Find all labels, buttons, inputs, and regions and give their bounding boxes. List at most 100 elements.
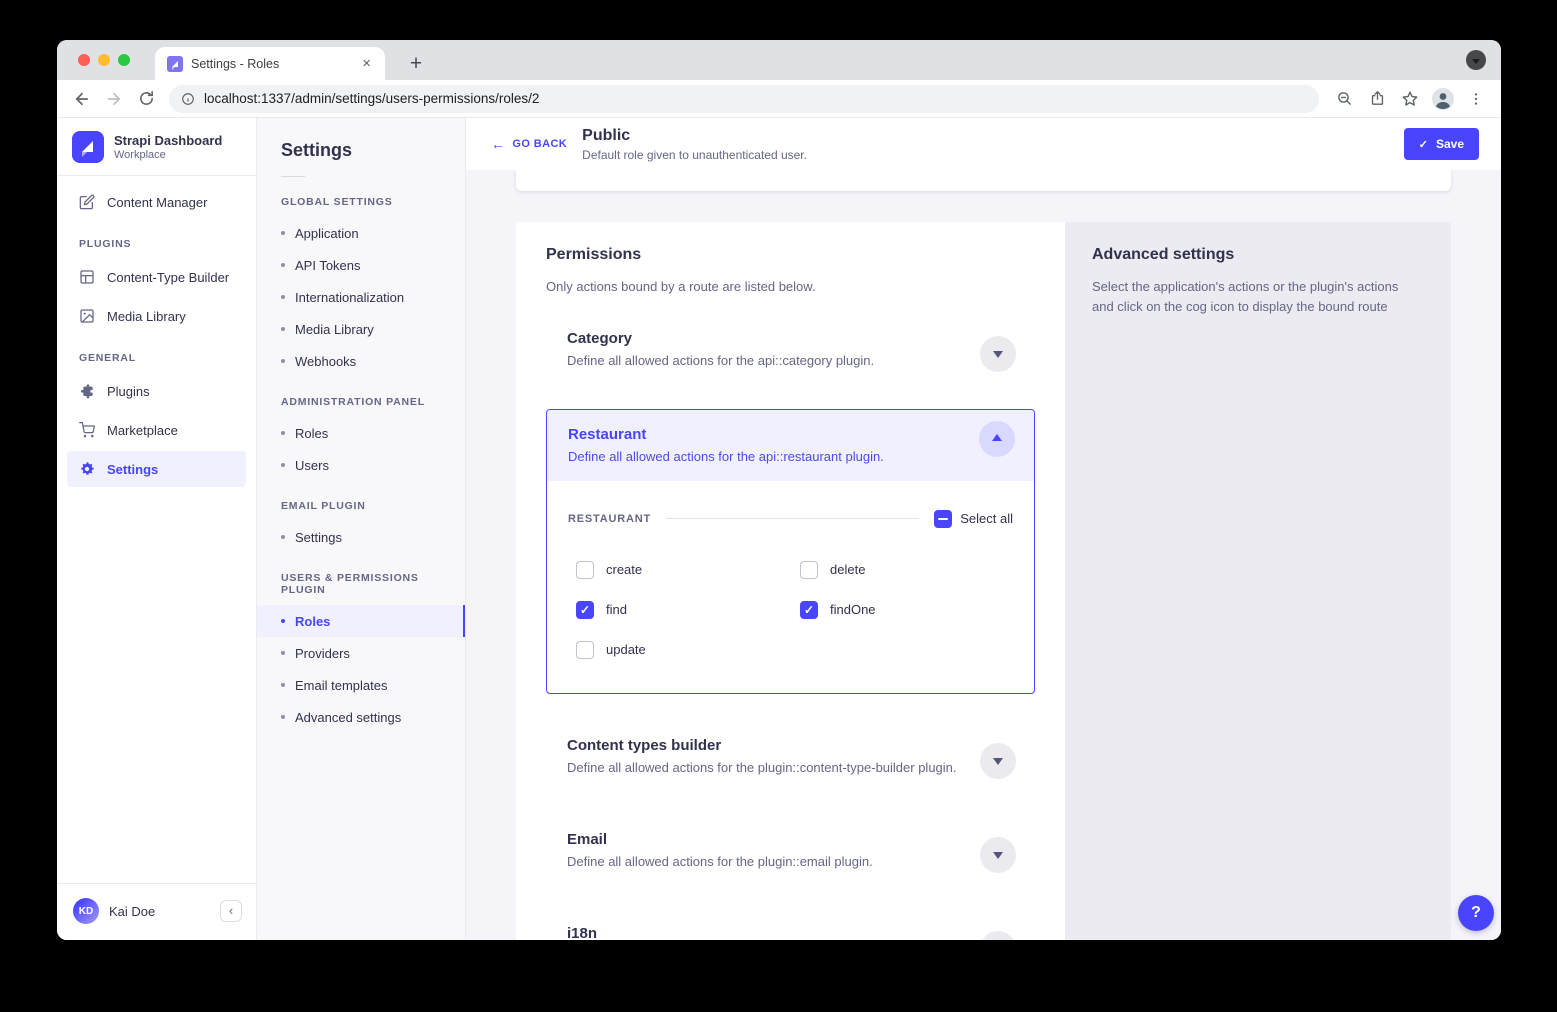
permission-find[interactable]: find [576,601,800,619]
puzzle-icon [79,383,95,399]
subnav-title: Settings [257,140,465,161]
toolbar-right-icons [1329,84,1491,114]
arrow-left-icon [73,90,91,108]
expand-content-types-builder-button[interactable] [980,743,1016,779]
new-tab-button[interactable]: + [401,49,431,79]
accordion-subtitle: Define all allowed actions for the plugi… [567,760,965,775]
subnav-item-admin-users[interactable]: Users [257,449,465,481]
browser-toolbar: localhost:1337/admin/settings/users-perm… [57,80,1501,118]
bullet-icon [281,431,285,435]
expand-email-button[interactable] [980,837,1016,873]
permission-findone[interactable]: findOne [800,601,1013,619]
collapse-sidebar-button[interactable]: ‹ [220,900,242,922]
zoom-button[interactable] [1329,84,1359,114]
sidebar-item-content-type-builder[interactable]: Content-Type Builder [67,259,246,295]
permission-update[interactable]: update [576,641,800,659]
chevron-up-icon [992,434,1002,441]
bullet-icon [281,535,285,539]
subnav-item-providers[interactable]: Providers [257,637,465,669]
select-all-checkbox[interactable] [934,510,952,528]
zoom-window-button[interactable] [118,54,130,66]
subnav-item-admin-roles[interactable]: Roles [257,417,465,449]
profile-button[interactable] [1428,84,1458,114]
findone-checkbox[interactable] [800,601,818,619]
role-header: Public Default role given to unauthentic… [582,126,807,161]
permissions-layout: Permissions Only actions bound by a rout… [516,222,1451,940]
accordion-email[interactable]: Email Define all allowed actions for the… [546,831,1035,881]
subnav-item-label: Media Library [295,322,374,337]
subnav-item-label: Email templates [295,678,387,693]
subnav-item-advanced-settings[interactable]: Advanced settings [257,701,465,733]
permission-create[interactable]: create [576,561,800,579]
subnav-item-label: Internationalization [295,290,404,305]
strapi-logo-icon [72,131,104,163]
chevron-down-icon [993,351,1003,358]
subnav-item-application[interactable]: Application [257,217,465,249]
sidebar-item-settings[interactable]: Settings [67,451,246,487]
tab-search-button[interactable] [1466,50,1486,70]
accordion-i18n[interactable]: i18n [546,925,1035,941]
bullet-icon [281,651,285,655]
expand-i18n-button[interactable] [980,931,1016,941]
menu-button[interactable] [1461,84,1491,114]
screenshot-root: { "colors": { "accent": "#4945ff", "acce… [0,0,1557,1012]
subnav-item-email-templates[interactable]: Email templates [257,669,465,701]
select-all-label: Select all [960,511,1013,526]
sidebar-item-content-manager[interactable]: Content Manager [67,184,246,220]
address-bar[interactable]: localhost:1337/admin/settings/users-perm… [169,85,1319,113]
sidebar-item-label: Media Library [107,309,186,324]
expand-category-button[interactable] [980,336,1016,372]
brand[interactable]: Strapi Dashboard Workplace [57,118,256,175]
close-window-button[interactable] [78,54,90,66]
create-checkbox[interactable] [576,561,594,579]
user-avatar[interactable]: KD [73,898,99,924]
update-checkbox[interactable] [576,641,594,659]
bullet-icon [281,263,285,267]
strapi-favicon-icon [167,56,183,72]
restaurant-accordion-header[interactable]: Restaurant Define all allowed actions fo… [547,410,1034,481]
tab-strip: Settings - Roles × + [57,40,1501,80]
subnav-item-label: Application [295,226,359,241]
url-text[interactable]: localhost:1337/admin/settings/users-perm… [204,91,539,106]
restaurant-permissions-body: RESTAURANT Select all create [547,481,1034,693]
accordion-content-types-builder[interactable]: Content types builder Define all allowed… [546,737,1035,787]
sidebar-item-label: Content-Type Builder [107,270,229,285]
advanced-settings-title: Advanced settings [1092,246,1424,264]
subnav-item-up-roles[interactable]: Roles [257,605,465,637]
sidebar-item-label: Content Manager [107,195,207,210]
sidebar-item-media-library[interactable]: Media Library [67,298,246,334]
sidebar-item-plugins[interactable]: Plugins [67,373,246,409]
browser-tab[interactable]: Settings - Roles × [155,47,385,80]
bookmark-button[interactable] [1395,84,1425,114]
action-checkbox-grid: create delete find [568,561,1013,659]
subnav-item-label: Roles [295,614,330,629]
sidebar-item-label: Settings [107,462,158,477]
settings-subnav: Settings GLOBAL SETTINGS Application API… [257,118,466,940]
subnav-item-internationalization[interactable]: Internationalization [257,281,465,313]
subnav-item-webhooks[interactable]: Webhooks [257,345,465,377]
go-back-link[interactable]: ← GO BACK [491,137,567,151]
minimize-window-button[interactable] [98,54,110,66]
permission-delete[interactable]: delete [800,561,1013,579]
sidebar-item-marketplace[interactable]: Marketplace [67,412,246,448]
browser-window: Settings - Roles × + localhost:1337/admi… [57,40,1501,940]
subnav-item-media-library[interactable]: Media Library [257,313,465,345]
select-all-control[interactable]: Select all [934,510,1013,528]
subnav-item-email-settings[interactable]: Settings [257,521,465,553]
bullet-icon [281,359,285,363]
reload-button[interactable] [131,84,161,114]
subnav-item-api-tokens[interactable]: API Tokens [257,249,465,281]
delete-checkbox[interactable] [800,561,818,579]
sidebar-item-label: Marketplace [107,423,178,438]
close-tab-icon[interactable]: × [358,54,375,73]
save-button[interactable]: ✓ Save [1404,128,1479,160]
edit-icon [79,194,95,210]
help-button[interactable]: ? [1458,895,1494,931]
collapse-restaurant-button[interactable] [979,421,1015,457]
accordion-title: Restaurant [568,426,964,443]
find-checkbox[interactable] [576,601,594,619]
user-name: Kai Doe [109,904,155,919]
back-button[interactable] [67,84,97,114]
share-button[interactable] [1362,84,1392,114]
accordion-category[interactable]: Category Define all allowed actions for … [546,330,1035,380]
